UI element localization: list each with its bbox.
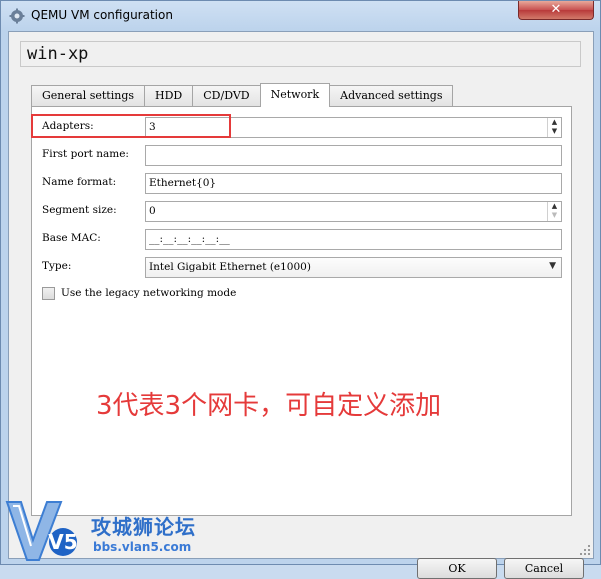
- qemu-config-window: QEMU VM configuration ✕ win-xp General s…: [0, 0, 601, 579]
- chevron-down-icon: ▼: [549, 261, 556, 271]
- spin-down-icon[interactable]: ▼: [548, 211, 561, 220]
- name-format-input[interactable]: Ethernet{0}: [145, 173, 562, 194]
- vm-name-field[interactable]: win-xp: [20, 41, 581, 67]
- first-port-name-input[interactable]: [145, 145, 562, 166]
- base-mac-input[interactable]: __:__:__:__:__:__: [145, 229, 562, 250]
- network-tab-panel: Adapters: 3 ▲ ▼ First port name: Name fo…: [31, 106, 572, 516]
- adapters-highlight-box: [31, 114, 231, 138]
- window-title: QEMU VM configuration: [31, 8, 173, 22]
- segment-size-label: Segment size:: [42, 204, 117, 216]
- type-label: Type:: [42, 260, 72, 272]
- logo-text: V5: [48, 530, 77, 554]
- tab-advanced-settings[interactable]: Advanced settings: [329, 85, 454, 106]
- resize-grip-icon[interactable]: [579, 544, 591, 556]
- annotation-text: 3代表3个网卡，可自定义添加: [96, 391, 442, 421]
- segment-size-spin-buttons[interactable]: ▲ ▼: [547, 202, 561, 221]
- legacy-mode-label: Use the legacy networking mode: [61, 287, 237, 299]
- tab-bar: General settings HDD CD/DVD Network Adva…: [31, 83, 454, 107]
- tab-cd-dvd[interactable]: CD/DVD: [192, 85, 261, 106]
- gear-icon: [9, 8, 25, 24]
- type-row: Type: Intel Gigabit Ethernet (e1000) ▼: [42, 257, 572, 278]
- watermark-cn-text: 攻城狮论坛: [91, 515, 196, 539]
- spin-up-icon[interactable]: ▲: [548, 202, 561, 211]
- first-port-name-label: First port name:: [42, 148, 129, 160]
- v5-logo-icon: V5: [5, 501, 78, 561]
- segment-size-value: 0: [149, 205, 156, 217]
- base-mac-row: Base MAC: __:__:__:__:__:__: [42, 229, 572, 250]
- watermark: V5 攻城狮论坛 bbs.vlan5.com: [3, 496, 203, 564]
- name-format-label: Name format:: [42, 176, 117, 188]
- segment-size-row: Segment size: 0 ▲ ▼: [42, 201, 572, 222]
- dialog-client-area: win-xp General settings HDD CD/DVD Netwo…: [8, 31, 594, 579]
- watermark-url: bbs.vlan5.com: [93, 540, 192, 554]
- tab-general-settings[interactable]: General settings: [31, 85, 146, 106]
- adapters-spin-buttons[interactable]: ▲ ▼: [547, 118, 561, 137]
- segment-size-spinbox[interactable]: 0 ▲ ▼: [145, 201, 562, 222]
- name-format-row: Name format: Ethernet{0}: [42, 173, 572, 194]
- close-button[interactable]: ✕: [518, 1, 594, 20]
- first-port-name-row: First port name:: [42, 145, 572, 166]
- spin-down-icon[interactable]: ▼: [548, 127, 561, 136]
- tab-network[interactable]: Network: [259, 83, 331, 107]
- title-bar[interactable]: QEMU VM configuration ✕: [1, 1, 600, 31]
- type-selected-value: Intel Gigabit Ethernet (e1000): [149, 261, 311, 273]
- legacy-mode-row: Use the legacy networking mode: [42, 284, 342, 304]
- type-select[interactable]: Intel Gigabit Ethernet (e1000) ▼: [145, 257, 562, 278]
- close-icon: ✕: [550, 2, 562, 17]
- cancel-button[interactable]: Cancel: [504, 558, 584, 579]
- tab-hdd[interactable]: HDD: [144, 85, 194, 106]
- ok-button[interactable]: OK: [417, 558, 497, 579]
- base-mac-label: Base MAC:: [42, 232, 101, 244]
- spin-up-icon[interactable]: ▲: [548, 118, 561, 127]
- legacy-mode-checkbox[interactable]: [42, 287, 55, 300]
